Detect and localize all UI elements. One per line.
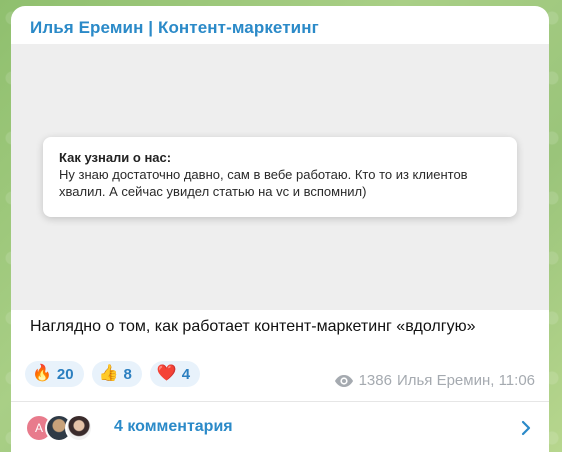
review-title: Как узнали о нас: [59, 150, 172, 165]
post-caption: Наглядно о том, как работает контент-мар… [30, 318, 476, 335]
thumbs-up-emoji-icon: 👍 [98, 365, 119, 382]
comments-label: 4 комментария [114, 418, 233, 435]
reaction-thumbs-up[interactable]: 👍 8 [91, 361, 142, 387]
post-image[interactable]: Как узнали о нас: Ну знаю достаточно дав… [11, 44, 549, 310]
author-time: Илья Еремин, 11:06 [396, 372, 535, 389]
view-count: 1386 [358, 372, 392, 389]
commenter-avatars: А [25, 414, 105, 442]
reaction-count: 4 [181, 365, 191, 383]
fire-emoji-icon: 🔥 [32, 365, 52, 382]
review-line-1: Ну знаю достаточно давно, сам в вебе раб… [59, 167, 468, 182]
reaction-fire[interactable]: 🔥 20 [25, 361, 84, 387]
comments-button[interactable]: А 4 комментария [11, 402, 549, 452]
reaction-count: 8 [123, 365, 132, 383]
post-meta: 1386 Илья Еремин, 11:06 [334, 372, 535, 389]
reactions-bar: 🔥 20 👍 8 ❤️ 4 [25, 361, 201, 387]
channel-post: Илья Еремин | Контент-маркетинг Как узна… [11, 6, 549, 452]
reaction-count: 20 [56, 365, 74, 383]
reaction-heart[interactable]: ❤️ 4 [149, 361, 201, 387]
chevron-right-icon [521, 420, 531, 436]
review-card: Как узнали о нас: Ну знаю достаточно дав… [43, 137, 517, 217]
review-line-2: хвалил. А сейчас увидел статью на vc и в… [59, 184, 367, 199]
heart-emoji-icon: ❤️ [156, 365, 177, 382]
eye-icon [334, 374, 353, 387]
channel-name[interactable]: Илья Еремин | Контент-маркетинг [30, 18, 319, 38]
avatar [65, 414, 93, 442]
